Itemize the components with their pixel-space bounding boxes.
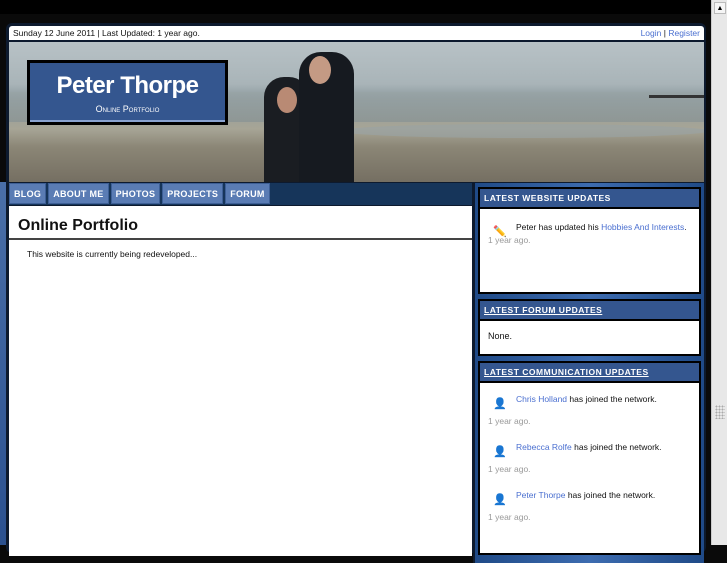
date-text: Sunday 12 June 2011 | Last Updated: 1 ye… — [13, 28, 200, 38]
site-subtitle: Online Portfolio — [95, 104, 160, 114]
forum-none: None. — [480, 321, 699, 354]
body-text: This website is currently being redevelo… — [27, 249, 198, 259]
forum-updates-box: LATEST FORUM UPDATES None. — [478, 299, 701, 356]
list-item: ✏️ Peter has updated his Hobbies And Int… — [493, 222, 687, 238]
list-item: 👤 Rebecca Rolfe has joined the network. — [493, 442, 662, 458]
list-item: 👤 Peter Thorpe has joined the network. — [493, 490, 656, 506]
top-strip — [0, 0, 711, 14]
user-add-icon: 👤 — [493, 494, 507, 506]
nav-about-me[interactable]: ABOUT ME — [48, 183, 109, 204]
hobbies-link[interactable]: Hobbies And Interests — [601, 222, 684, 232]
page-title: Online Portfolio — [9, 206, 472, 240]
sidebar: LATEST WEBSITE UPDATES ✏️ Peter has upda… — [473, 183, 704, 563]
list-item: 👤 Chris Holland has joined the network. — [493, 394, 657, 410]
scroll-grip-icon[interactable] — [715, 405, 725, 419]
communication-updates-box: LATEST COMMUNICATION UPDATES 👤 Chris Holl… — [478, 361, 701, 555]
face — [277, 87, 297, 113]
timestamp: 1 year ago. — [488, 235, 531, 245]
user-link[interactable]: Chris Holland — [516, 394, 567, 404]
beach-pool — [339, 124, 704, 138]
nav-photos[interactable]: PHOTOS — [110, 183, 161, 204]
register-link[interactable]: Register — [668, 28, 700, 38]
scroll-up-arrow-icon[interactable]: ▲ — [714, 2, 726, 14]
top-bar: Sunday 12 June 2011 | Last Updated: 1 ye… — [9, 26, 704, 40]
site-title: Peter Thorpe — [56, 72, 199, 99]
main-content: Online Portfolio This website is current… — [9, 206, 472, 556]
website-updates-title: LATEST WEBSITE UPDATES — [480, 189, 699, 209]
page-container: Sunday 12 June 2011 | Last Updated: 1 ye… — [6, 23, 706, 563]
main-nav: BLOG ABOUT ME PHOTOS PROJECTS FORUM — [9, 183, 472, 205]
user-link[interactable]: Peter Thorpe — [516, 490, 565, 500]
nav-projects[interactable]: PROJECTS — [162, 183, 224, 204]
timestamp: 1 year ago. — [488, 464, 531, 474]
timestamp: 1 year ago. — [488, 512, 531, 522]
pencil-icon: ✏️ — [493, 226, 507, 238]
user-add-icon: 👤 — [493, 446, 507, 458]
face — [309, 56, 331, 84]
login-link[interactable]: Login — [641, 28, 662, 38]
communication-updates-title[interactable]: LATEST COMMUNICATION UPDATES — [480, 363, 699, 383]
groyne — [649, 95, 704, 103]
user-link[interactable]: Rebecca Rolfe — [516, 442, 572, 452]
header-banner: Peter Thorpe Online Portfolio — [9, 42, 704, 182]
website-updates-box: LATEST WEBSITE UPDATES ✏️ Peter has upda… — [478, 187, 701, 294]
nav-blog[interactable]: BLOG — [9, 183, 47, 204]
scrollbar[interactable]: ▲ — [711, 0, 727, 545]
timestamp: 1 year ago. — [488, 416, 531, 426]
nav-forum[interactable]: FORUM — [225, 183, 270, 204]
site-title-box[interactable]: Peter Thorpe Online Portfolio — [27, 60, 228, 125]
forum-updates-title[interactable]: LATEST FORUM UPDATES — [480, 301, 699, 321]
user-add-icon: 👤 — [493, 398, 507, 410]
separator: | — [663, 28, 666, 38]
